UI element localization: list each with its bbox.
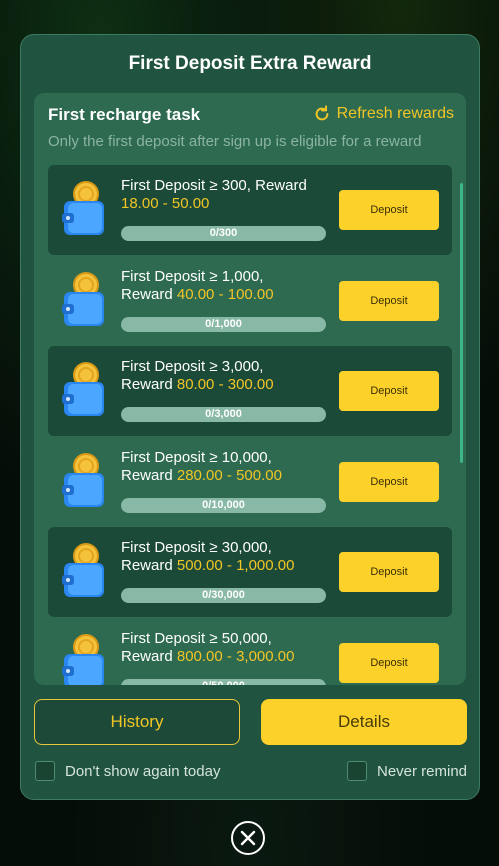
task-subtitle: Only the first deposit after sign up is … <box>48 133 422 150</box>
modal-title: First Deposit Extra Reward <box>128 53 372 74</box>
deposit-condition: First Deposit ≥ 50,000, <box>121 629 272 647</box>
reward-row: First Deposit ≥ 3,000, Reward 80.00 - 300… <box>48 346 452 436</box>
reward-description: First Deposit ≥ 50,000, Reward 800.00 - 3… <box>121 630 331 666</box>
refresh-label: Refresh rewards <box>336 105 454 122</box>
wallet-coin-icon <box>60 362 108 420</box>
progress-bar: 0/300 <box>121 226 326 241</box>
checkbox-label: Don't show again today <box>65 762 221 780</box>
refresh-rewards-button[interactable]: Refresh rewards <box>313 105 454 123</box>
reward-prefix: Reward <box>121 466 177 484</box>
reward-row: First Deposit ≥ 1,000, Reward 40.00 - 100… <box>48 256 452 346</box>
progress-text: 0/3,000 <box>205 408 242 420</box>
reward-list[interactable]: First Deposit ≥ 300, Reward 18.00 - 50.00… <box>48 165 452 685</box>
reward-range: 80.00 - 300.00 <box>176 376 274 393</box>
reward-prefix: Reward <box>121 557 177 574</box>
wallet-coin-icon <box>60 543 108 601</box>
wallet-coin-icon <box>60 452 108 511</box>
checkbox-label: Never remind <box>377 762 468 780</box>
wallet-coin-icon <box>60 271 108 330</box>
deposit-button[interactable]: Deposit <box>339 552 439 592</box>
progress-text: 0/10,000 <box>202 498 245 511</box>
deposit-button[interactable]: Deposit <box>339 190 439 230</box>
deposit-button[interactable]: Deposit <box>339 280 439 321</box>
reward-description: First Deposit ≥ 1,000, Reward 40.00 - 100… <box>121 268 331 304</box>
deposit-button[interactable]: Deposit <box>339 642 439 683</box>
progress-bar: 0/30,000 <box>121 588 326 603</box>
reward-range: 18.00 - 50.00 <box>121 195 210 212</box>
wallet-coin-icon <box>60 181 108 239</box>
progress-bar: 0/50,000 <box>121 678 326 686</box>
reward-row: First Deposit ≥ 10,000, Reward 280.00 - 5… <box>48 437 452 527</box>
checkbox-box[interactable] <box>347 761 367 781</box>
progress-text: 0/50,000 <box>202 680 245 686</box>
reward-description: First Deposit ≥ 10,000, Reward 280.00 - 5… <box>121 449 331 485</box>
deposit-condition: First Deposit ≥ 300, Reward <box>121 177 307 194</box>
reward-description: First Deposit ≥ 30,000, Reward 500.00 - 1… <box>121 539 331 575</box>
deposit-button[interactable]: Deposit <box>339 461 439 502</box>
deposit-button[interactable]: Deposit <box>339 371 439 411</box>
reward-row: First Deposit ≥ 50,000, Reward 800.00 - 3… <box>48 618 452 686</box>
reward-description: First Deposit ≥ 300, Reward 18.00 - 50.00 <box>121 177 331 213</box>
reward-description: First Deposit ≥ 3,000, Reward 80.00 - 300… <box>121 358 331 394</box>
reward-range: 280.00 - 500.00 <box>176 466 282 484</box>
reward-prefix: Reward <box>121 376 177 393</box>
first-deposit-modal: First Deposit Extra Reward First recharg… <box>20 34 480 800</box>
checkbox-box[interactable] <box>35 761 55 781</box>
reward-range: 500.00 - 1,000.00 <box>176 557 295 574</box>
details-button[interactable]: Details <box>261 699 467 745</box>
progress-text: 0/30,000 <box>202 589 245 601</box>
deposit-condition: First Deposit ≥ 10,000, <box>121 448 272 466</box>
reward-range: 40.00 - 100.00 <box>176 285 274 303</box>
refresh-icon <box>315 105 329 121</box>
deposit-condition: First Deposit ≥ 30,000, <box>121 539 272 556</box>
task-panel: First recharge task Refresh rewards Only… <box>34 93 466 685</box>
reward-row: First Deposit ≥ 30,000, Reward 500.00 - 1… <box>48 527 452 617</box>
task-title: First recharge task <box>48 105 201 124</box>
dont-show-today-checkbox[interactable]: Don't show again today <box>35 761 220 781</box>
reward-prefix: Reward <box>121 647 177 665</box>
deposit-condition: First Deposit ≥ 3,000, <box>121 358 264 375</box>
close-icon[interactable] <box>231 821 265 855</box>
progress-bar: 0/1,000 <box>121 316 326 332</box>
reward-range: 800.00 - 3,000.00 <box>176 647 295 665</box>
never-remind-checkbox[interactable]: Never remind <box>347 761 467 781</box>
reward-row: First Deposit ≥ 300, Reward 18.00 - 50.00… <box>48 165 452 255</box>
deposit-condition: First Deposit ≥ 1,000, <box>121 267 264 285</box>
progress-text: 0/300 <box>209 227 238 239</box>
reward-prefix: Reward <box>121 285 177 303</box>
progress-bar: 0/3,000 <box>121 407 326 422</box>
list-scrollbar[interactable] <box>460 183 463 463</box>
progress-bar: 0/10,000 <box>121 497 326 513</box>
wallet-coin-icon <box>60 633 108 685</box>
progress-text: 0/1,000 <box>205 317 242 330</box>
history-button[interactable]: History <box>34 699 240 745</box>
